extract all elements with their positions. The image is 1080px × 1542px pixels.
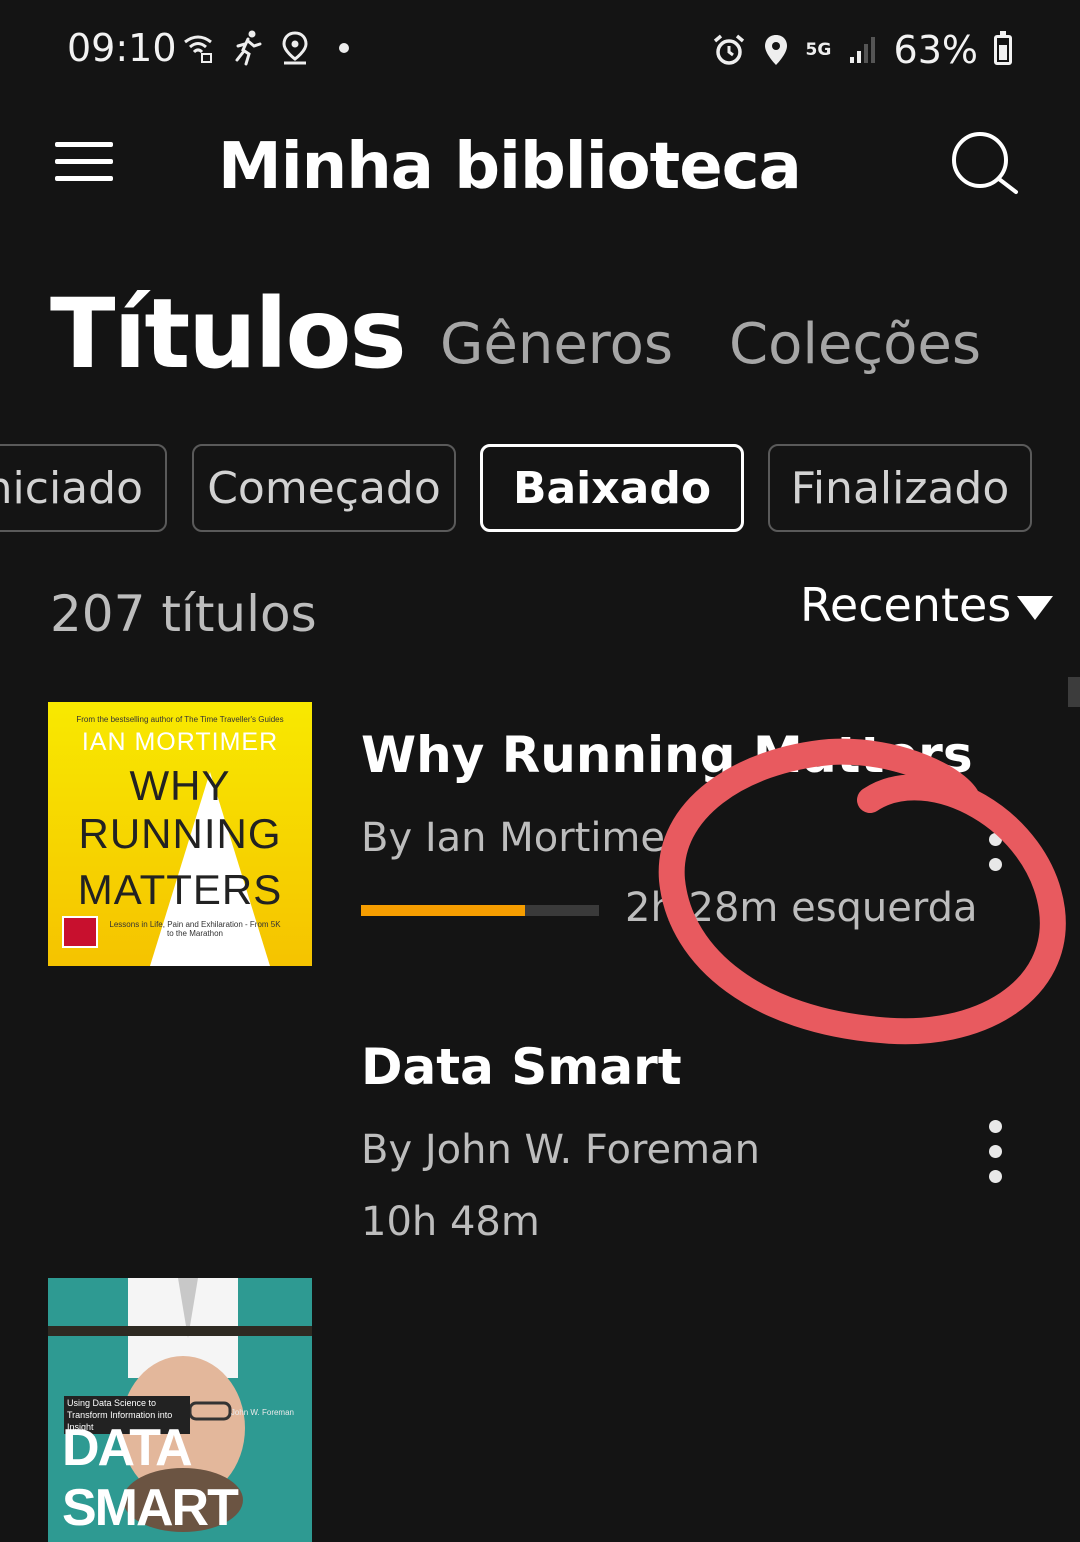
filter-chip-baixado[interactable]: Baixado — [480, 444, 744, 532]
tab-colecoes[interactable]: Coleções — [729, 312, 981, 377]
cover-author: IAN MORTIMER — [81, 728, 279, 756]
cover-title-line: RUNNING — [78, 810, 282, 857]
running-icon — [235, 30, 262, 66]
page-title: Minha biblioteca — [218, 130, 802, 204]
book-cover[interactable]: From the bestselling author of The Time … — [48, 702, 312, 966]
book-author: By Ian Mortimer — [361, 815, 682, 861]
cover-author: John W. Foreman — [230, 1408, 294, 1417]
listening-progress-bar — [361, 905, 599, 916]
notification-dot-icon — [339, 43, 349, 53]
status-icons-left — [182, 30, 354, 66]
signal-icon — [849, 37, 875, 63]
network-type-label: 5G — [805, 40, 832, 60]
cover-subtitle: Lessons in Life, Pain and Exhilaration -… — [109, 920, 281, 938]
battery-icon — [994, 31, 1012, 65]
book-cover-partial[interactable] — [48, 1326, 312, 1336]
search-icon[interactable] — [950, 130, 1020, 200]
location-pin-outline-icon — [282, 31, 308, 65]
publisher-logo — [62, 916, 98, 948]
filter-chip-iniciado[interactable]: niciado — [0, 444, 167, 532]
filter-chip-comecado[interactable]: Começado — [192, 444, 456, 532]
filter-chip-label: Finalizado — [790, 462, 1010, 514]
book-duration: 10h 48m — [361, 1199, 540, 1245]
menu-icon[interactable] — [55, 142, 113, 182]
book-author: By John W. Foreman — [361, 1127, 760, 1173]
sort-label: Recentes — [800, 578, 1012, 632]
location-icon — [764, 35, 787, 65]
more-options-icon[interactable] — [985, 1120, 1005, 1183]
cover-tagline: From the bestselling author of The Time … — [76, 715, 284, 724]
scrollbar-handle[interactable] — [1068, 677, 1080, 707]
filter-chip-label: Começado — [207, 462, 441, 514]
battery-percent: 63% — [893, 28, 978, 72]
filter-chip-label: Baixado — [512, 462, 712, 514]
tab-titulos[interactable]: Títulos — [50, 278, 407, 390]
more-options-icon[interactable] — [985, 808, 1005, 871]
caret-down-icon — [1017, 596, 1054, 620]
wifi-call-icon — [184, 35, 212, 63]
cover-title-line: MATTERS — [77, 866, 283, 913]
status-icons-right: 5G 63% — [712, 28, 1012, 72]
time-remaining: 2h 28m esquerda — [625, 885, 978, 931]
alarm-icon — [713, 34, 744, 65]
cover-title-line: WHY — [129, 762, 231, 809]
titles-count: 207 títulos — [50, 585, 317, 643]
sort-dropdown[interactable]: Recentes — [800, 578, 1054, 632]
book-title[interactable]: Why Running Matters — [361, 726, 973, 784]
cover-title: DATA SMART — [62, 1419, 239, 1537]
book-title[interactable]: Data Smart — [361, 1038, 682, 1096]
filter-chip-label: niciado — [0, 462, 143, 514]
tab-generos[interactable]: Gêneros — [440, 312, 673, 377]
book-cover[interactable]: Using Data Science to Transform Informat… — [48, 1278, 312, 1542]
status-time: 09:10 — [67, 26, 177, 70]
filter-chip-finalizado[interactable]: Finalizado — [768, 444, 1032, 532]
